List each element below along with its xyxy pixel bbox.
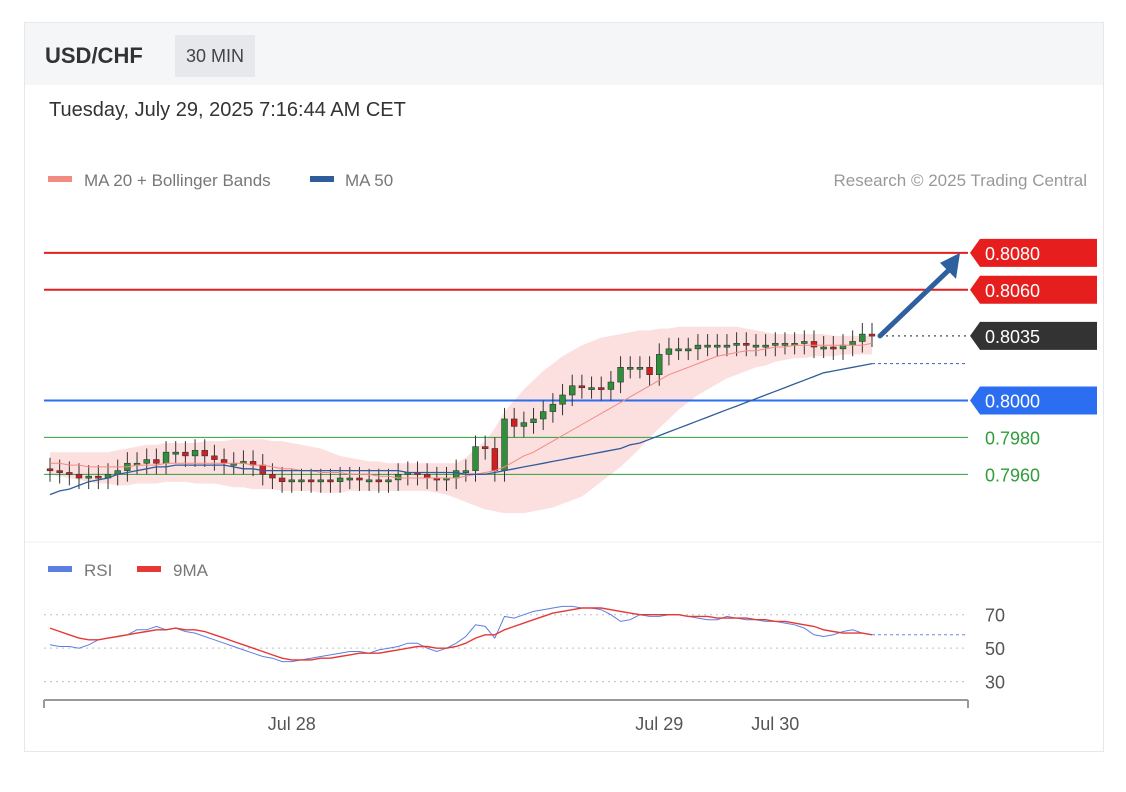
candle-body xyxy=(539,411,547,420)
candle-body xyxy=(288,479,295,483)
rsi9-line xyxy=(49,607,873,661)
ma20-legend-label: MA 20 + Bollinger Bands xyxy=(84,171,271,190)
candle-body xyxy=(762,344,769,348)
candle-body xyxy=(346,477,353,481)
level-label-support: 0.7960 xyxy=(985,465,1040,485)
rsi-level-label: 70 xyxy=(985,606,1005,626)
candle-body xyxy=(501,418,508,471)
bollinger-band-area xyxy=(50,326,872,514)
rsi-level-label: 30 xyxy=(985,673,1005,693)
candle-body xyxy=(153,459,160,464)
candle-body xyxy=(685,348,692,352)
candle-body xyxy=(394,474,402,481)
level-label-last: 0.8035 xyxy=(985,327,1040,347)
chart-svg: MA 20 + Bollinger Bands MA 50 Research © 2… xyxy=(25,171,1102,734)
rsi-legend-swatch xyxy=(48,566,72,572)
candle-body xyxy=(211,455,218,460)
candle-body xyxy=(598,387,605,390)
candle-body xyxy=(723,344,731,348)
candle-body xyxy=(452,470,460,479)
level-label-support: 0.7980 xyxy=(985,428,1040,448)
candle-body xyxy=(201,450,208,457)
level-label-resistance: 0.8060 xyxy=(985,281,1040,301)
candle-body xyxy=(607,381,615,390)
candle-body xyxy=(839,344,847,350)
candle-body xyxy=(278,477,286,483)
candle-body xyxy=(520,422,528,427)
candle-body xyxy=(849,341,856,346)
candle-body xyxy=(704,344,711,348)
candle-body xyxy=(182,451,189,457)
candle-body xyxy=(75,474,83,479)
rsi-level-label: 50 xyxy=(985,639,1005,659)
candle-body xyxy=(481,446,489,449)
candle-body xyxy=(530,418,537,423)
candle-body xyxy=(675,348,682,352)
candle-body xyxy=(317,479,324,483)
candle-body xyxy=(743,343,750,346)
ma50-legend-swatch xyxy=(310,176,334,182)
candle-body xyxy=(830,346,837,350)
candle-body xyxy=(85,475,92,479)
candle-body xyxy=(578,385,586,389)
forecast-arrow xyxy=(877,266,953,339)
candle-body xyxy=(820,346,827,350)
candle-body xyxy=(694,344,702,350)
ma20-legend-swatch xyxy=(48,176,72,182)
candle-body xyxy=(656,354,663,375)
candle-body xyxy=(172,451,179,455)
ma50-legend-label: MA 50 xyxy=(345,171,393,190)
candle-body xyxy=(423,474,431,479)
candle-body xyxy=(385,479,392,483)
candle-body xyxy=(365,479,373,483)
candle-body xyxy=(46,468,54,472)
candle-body xyxy=(510,418,518,427)
candle-body xyxy=(191,450,199,457)
x-axis-label: Jul 29 xyxy=(635,714,683,734)
candle-body xyxy=(859,333,866,342)
candle-body xyxy=(569,385,576,396)
candle-body xyxy=(66,472,73,475)
candle-body xyxy=(143,459,150,464)
candle-body xyxy=(327,479,334,483)
candle-body xyxy=(646,367,653,375)
candle-body xyxy=(375,479,383,483)
candle-body xyxy=(220,459,228,464)
candle-body xyxy=(636,367,644,370)
rsi9-legend-swatch xyxy=(137,566,161,572)
candle-body xyxy=(269,474,276,479)
candle-body xyxy=(491,448,499,471)
candle-body xyxy=(162,451,170,464)
candle-body xyxy=(56,470,63,473)
candle-body xyxy=(462,470,470,473)
candle-body xyxy=(772,343,779,346)
candle-body xyxy=(752,344,760,348)
level-label-pivot: 0.8000 xyxy=(985,392,1040,412)
candle-body xyxy=(627,367,634,370)
rsi-legend-label: RSI xyxy=(84,561,112,580)
candle-body xyxy=(298,479,305,483)
level-label-resistance: 0.8080 xyxy=(985,244,1040,264)
candle-body xyxy=(810,341,818,348)
research-credit: Research © 2025 Trading Central xyxy=(834,171,1088,190)
candle-body xyxy=(868,333,876,337)
candle-body xyxy=(472,446,479,471)
x-axis-label: Jul 30 xyxy=(751,714,799,734)
candle-body xyxy=(588,387,595,390)
x-axis-label: Jul 28 xyxy=(268,714,316,734)
candle-body xyxy=(356,477,363,481)
candle-body xyxy=(665,348,673,355)
candle-body xyxy=(549,403,557,412)
candle-body xyxy=(559,394,566,405)
candle-body xyxy=(336,477,344,483)
candle-body xyxy=(95,475,102,479)
candle-body xyxy=(307,479,315,483)
rsi9-legend-label: 9MA xyxy=(173,561,209,580)
candle-body xyxy=(714,344,721,348)
candle-body xyxy=(617,367,624,383)
candle-body xyxy=(781,343,789,346)
candle-body xyxy=(733,343,740,346)
rsi-line xyxy=(49,605,873,663)
candle-body xyxy=(801,341,808,344)
